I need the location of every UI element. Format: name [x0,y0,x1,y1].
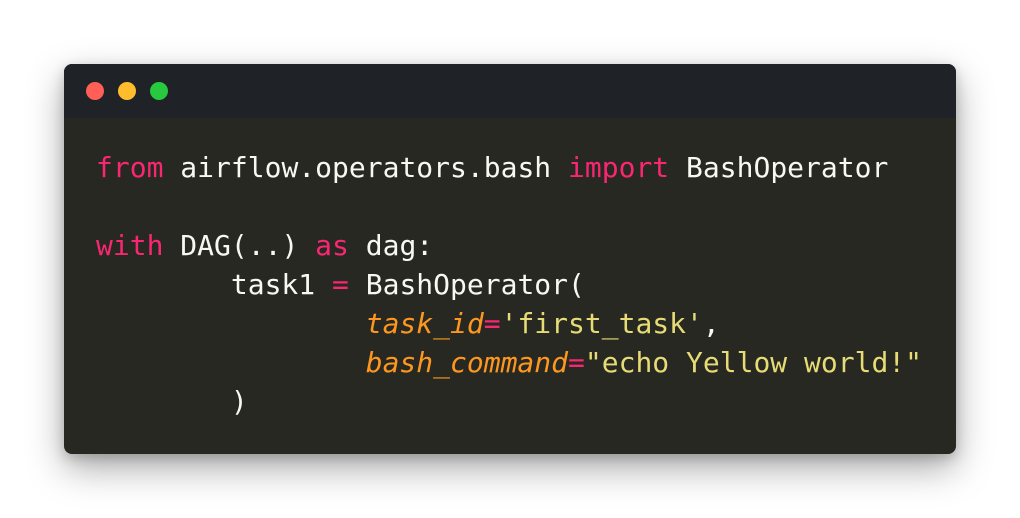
code-line: task_id='first_task', [96,304,922,343]
code-token: task_id [365,307,484,340]
code-token: = [568,346,585,379]
code-token: airflow.operators.bash [163,151,569,184]
code-line: with DAG(..) as dag: [96,226,922,265]
code-token: = [483,307,501,340]
code-token: 'first_task' [500,307,703,340]
code-token: import [568,151,670,184]
code-line: task1 = BashOperator( [96,265,922,304]
window-titlebar [64,64,956,118]
code-token: DAG(..) [163,229,316,262]
code-token: = [332,268,349,301]
maximize-window-button[interactable] [150,82,168,100]
code-block: from airflow.operators.bash import BashO… [96,148,922,421]
close-window-button[interactable] [86,82,104,100]
code-token: with [96,229,164,262]
code-line: bash_command="echo Yellow world!" [96,343,922,382]
code-line: ) [96,382,922,421]
minimize-window-button[interactable] [118,82,136,100]
code-line: from airflow.operators.bash import BashO… [96,148,922,187]
code-window: from airflow.operators.bash import BashO… [64,64,956,454]
code-token: from [96,151,164,184]
code-token: bash_command [365,346,569,379]
code-token: dag: [348,229,434,262]
code-token: , [702,307,720,340]
code-token: "echo Yellow world!" [584,346,923,379]
code-token: BashOperator( [348,268,585,301]
code-token: as [315,229,349,262]
code-token: task1 [96,268,333,301]
code-token: BashOperator [669,151,889,184]
code-token: ) [96,385,248,418]
